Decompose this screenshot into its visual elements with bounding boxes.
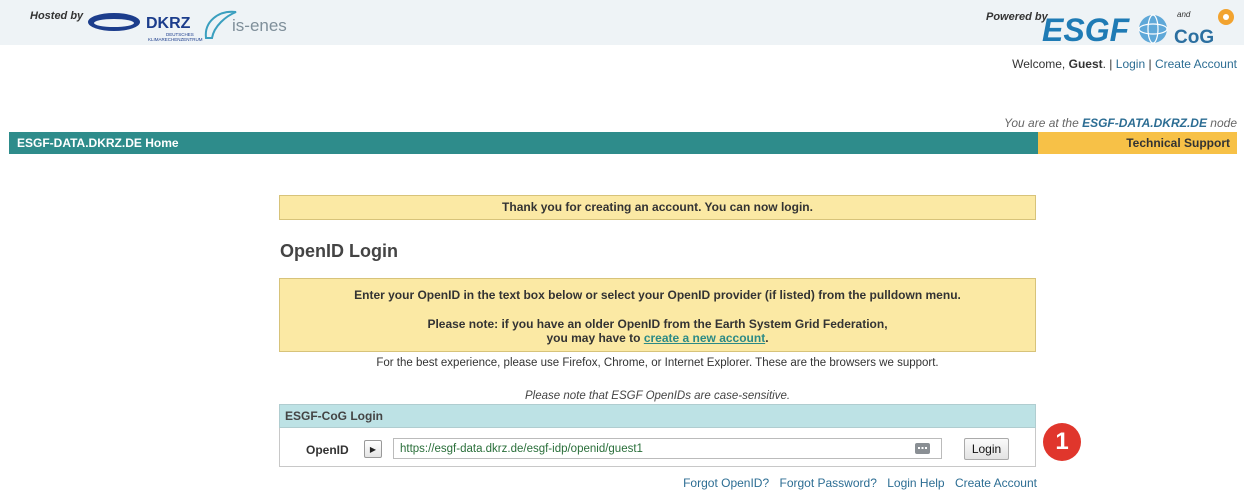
info-line-1: Enter your OpenID in the text box below …: [354, 288, 961, 302]
dkrz-isenes-logo[interactable]: DKRZ DEUTSCHES KLIMARECHENZENTRUM is-ene…: [86, 4, 318, 44]
forgot-openid-link[interactable]: Forgot OpenID?: [683, 476, 769, 490]
provider-dropdown-button[interactable]: ▶: [364, 440, 382, 458]
help-links: Forgot OpenID? Forgot Password? Login He…: [676, 476, 1037, 490]
esgf-name: ESGF: [1042, 12, 1131, 47]
node-indicator: You are at the ESGF-DATA.DKRZ.DE node: [1004, 116, 1237, 130]
info-line-3: you may have to create a new account.: [280, 331, 1035, 345]
hosted-by-label: Hosted by: [30, 10, 84, 22]
create-account-footer-link[interactable]: Create Account: [955, 476, 1037, 490]
play-arrow-icon: ▶: [369, 444, 377, 454]
info-line-3-prefix: you may have to: [546, 331, 644, 345]
login-button[interactable]: Login: [964, 438, 1009, 460]
forgot-password-link[interactable]: Forgot Password?: [779, 476, 876, 490]
node-prefix: You are at the: [1004, 116, 1083, 130]
login-link[interactable]: Login: [1116, 57, 1145, 71]
welcome-prefix: Welcome,: [1012, 57, 1069, 71]
dkrz-sub2: KLIMARECHENZENTRUM: [148, 37, 203, 42]
cog-and-label: and: [1177, 10, 1191, 19]
technical-support-link[interactable]: Technical Support: [1038, 132, 1237, 154]
case-sensitive-note: Please note that ESGF OpenIDs are case-s…: [524, 390, 791, 402]
info-line-2: Please note: if you have an older OpenID…: [427, 317, 888, 331]
welcome-suffix: .: [1102, 57, 1106, 71]
login-help-link[interactable]: Login Help: [887, 476, 944, 490]
welcome-bar: Welcome, Guest. | Login | Create Account: [1012, 57, 1237, 71]
success-message: Thank you for creating an account. You c…: [279, 195, 1036, 220]
password-manager-icon[interactable]: [915, 441, 930, 456]
info-line-3-suffix: .: [765, 331, 769, 345]
page-title: OpenID Login: [280, 241, 398, 261]
openid-info-box: Enter your OpenID in the text box below …: [279, 278, 1036, 352]
create-new-account-link[interactable]: create a new account: [644, 331, 765, 345]
nav-home-link[interactable]: ESGF-DATA.DKRZ.DE Home: [9, 132, 179, 154]
node-suffix: node: [1206, 116, 1237, 130]
isenes-name: is-enes: [232, 16, 287, 35]
step-number-badge: 1: [1043, 423, 1081, 461]
node-name: ESGF-DATA.DKRZ.DE: [1082, 116, 1207, 130]
browser-support-note: For the best experience, please use Fire…: [376, 357, 939, 369]
create-account-link[interactable]: Create Account: [1155, 57, 1237, 71]
openid-input[interactable]: [393, 438, 942, 459]
welcome-user: Guest: [1068, 57, 1103, 71]
login-panel-header: ESGF-CoG Login: [279, 404, 1036, 428]
cog-name: CoG: [1174, 27, 1214, 47]
dkrz-name: DKRZ: [146, 15, 191, 32]
technical-support-label: Technical Support: [1126, 136, 1230, 150]
esgf-cog-logo[interactable]: ESGF and CoG: [1040, 3, 1240, 47]
globe-icon: [1139, 15, 1167, 43]
openid-label: OpenID: [306, 443, 349, 457]
powered-by-label: Powered by: [986, 11, 1048, 23]
